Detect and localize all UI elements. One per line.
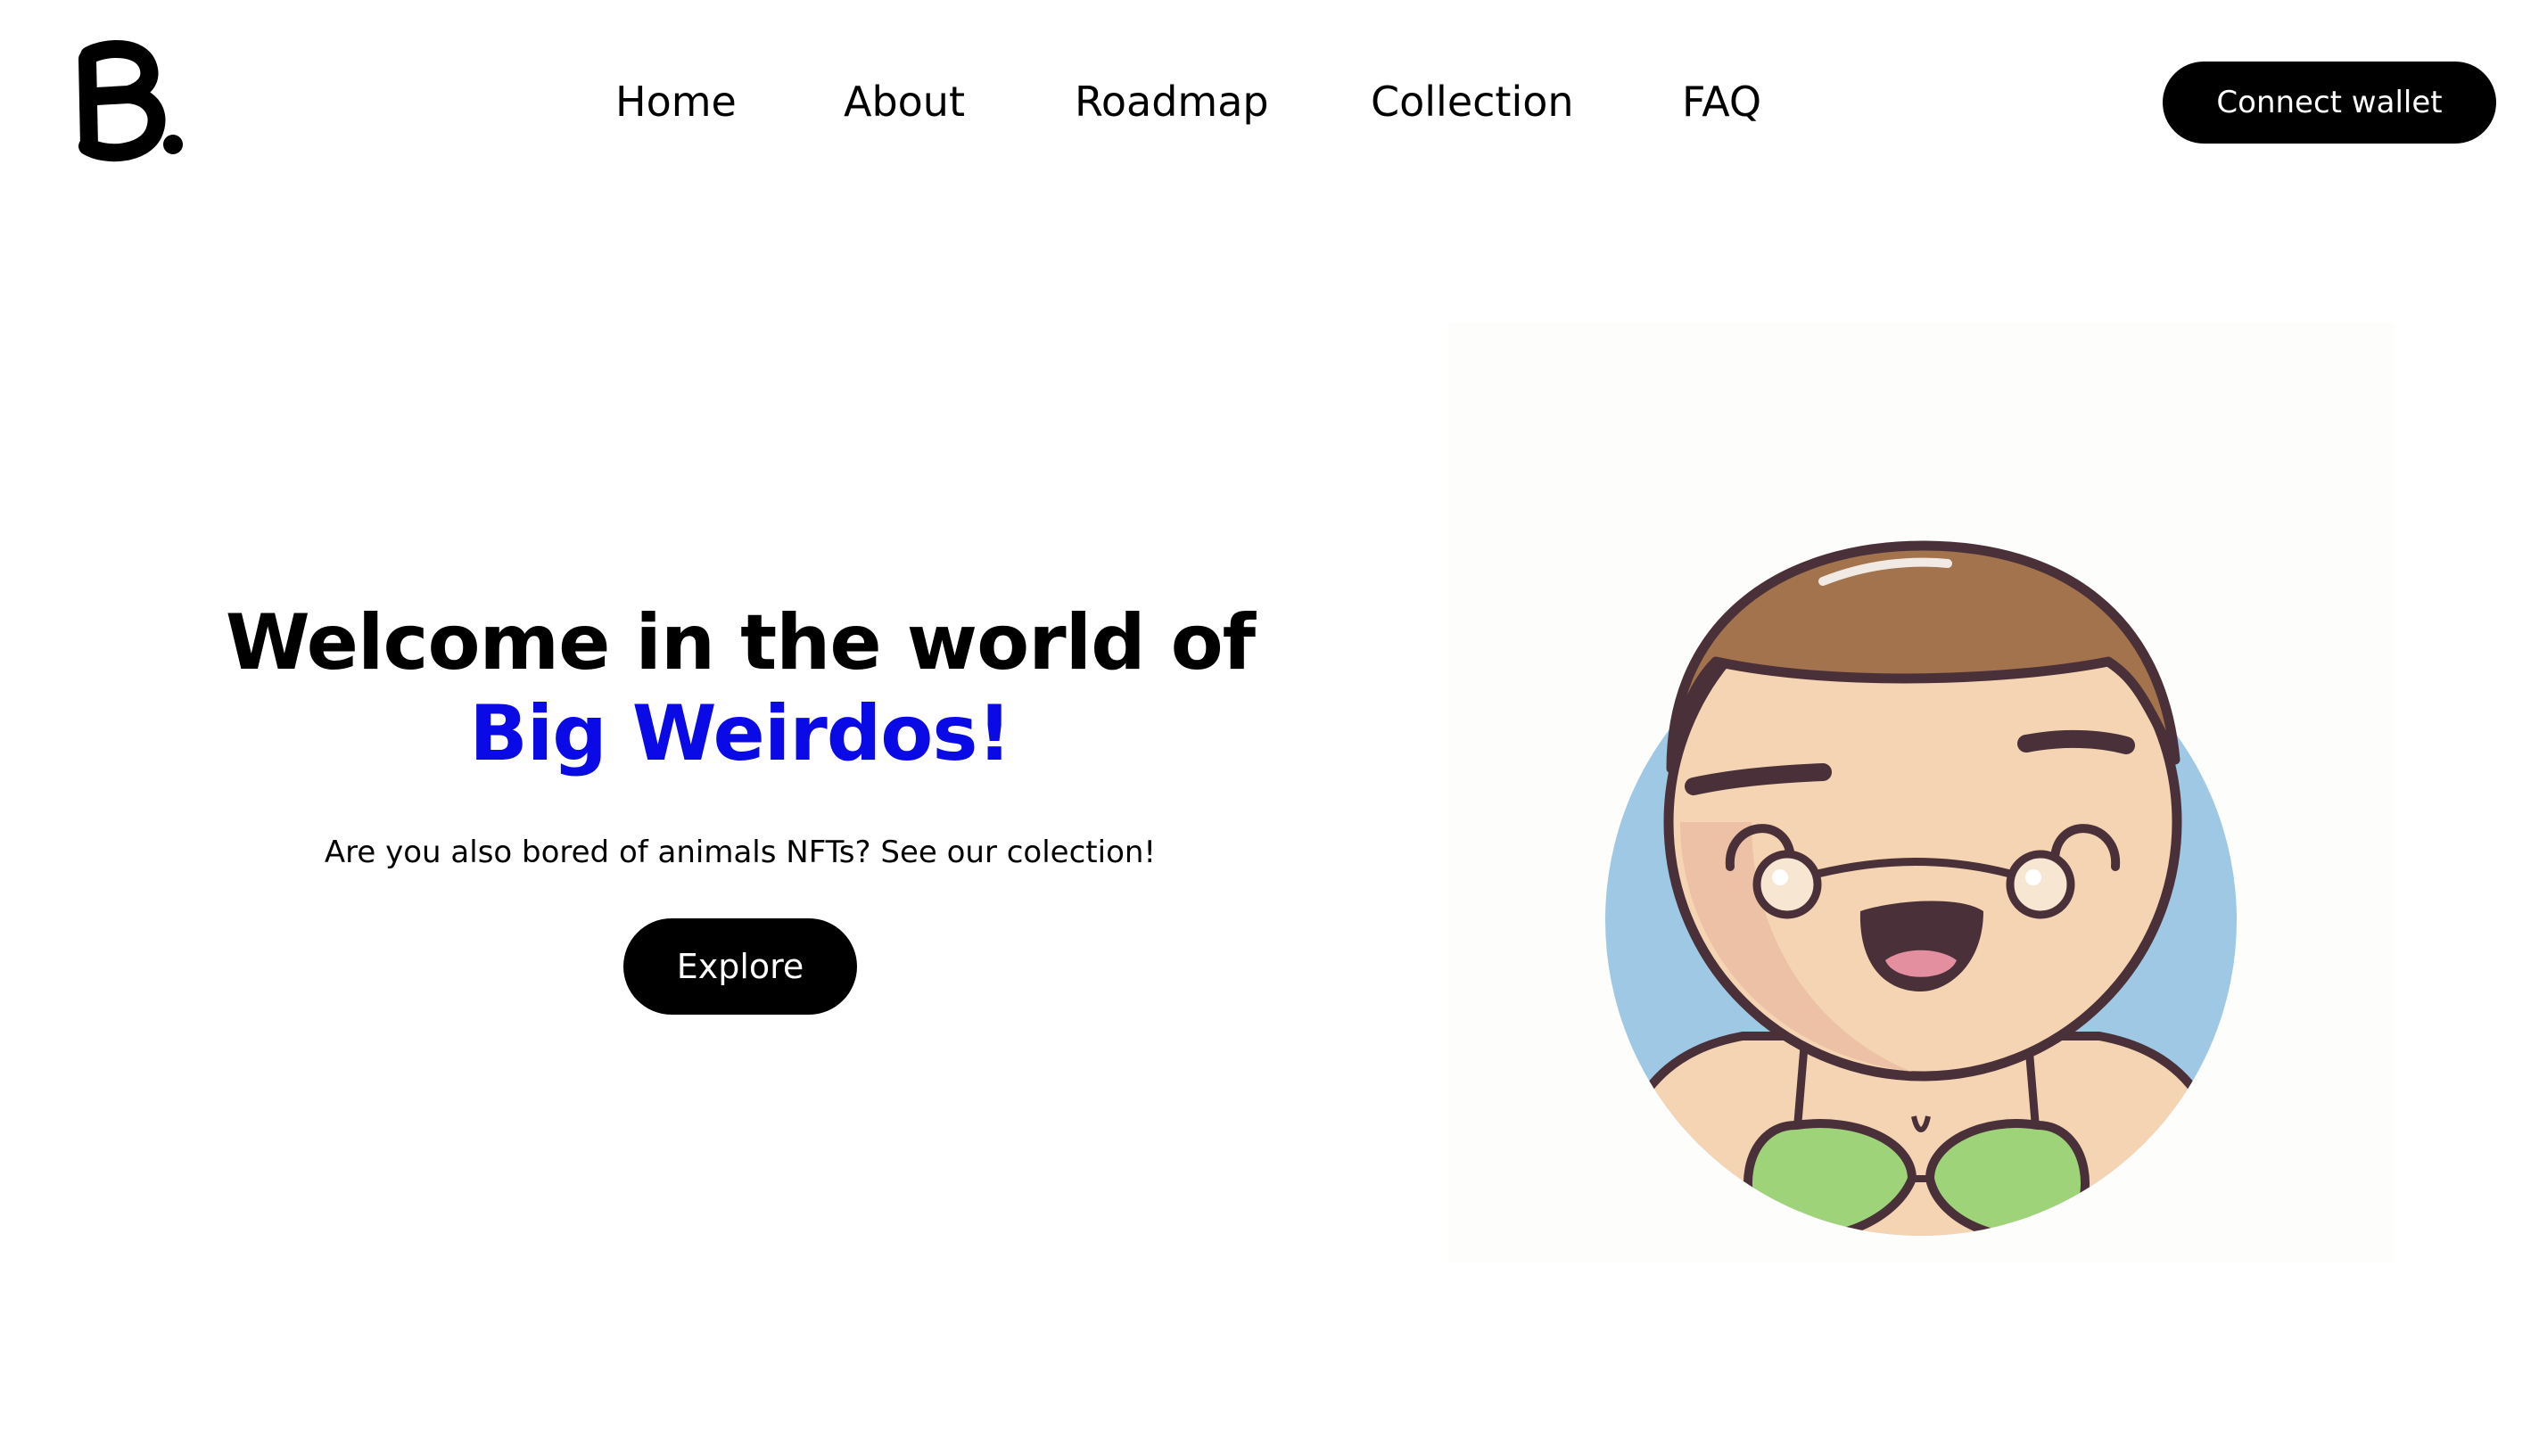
main-nav: Home About Roadmap Collection FAQ (0, 70, 2539, 134)
hero-title-accent: Big Weirdos! (469, 689, 1012, 778)
hero-avatar-image (1448, 323, 2394, 1263)
hero-text-block: Welcome in the world of Big Weirdos! Are… (169, 597, 1311, 1015)
nft-character-illustration (1605, 540, 2237, 1236)
nav-item-roadmap[interactable]: Roadmap (1075, 70, 1269, 134)
hero-title: Welcome in the world of Big Weirdos! (169, 597, 1311, 779)
hero-title-prefix: Welcome in the world of (225, 598, 1256, 687)
explore-button[interactable]: Explore (623, 918, 857, 1015)
hero-subtitle: Are you also bored of animals NFTs? See … (324, 835, 1157, 870)
nav-item-home[interactable]: Home (615, 70, 737, 134)
site-header: Home About Roadmap Collection FAQ Connec… (0, 0, 2539, 205)
nav-item-collection[interactable]: Collection (1371, 70, 1574, 134)
nav-item-faq[interactable]: FAQ (1682, 70, 1761, 134)
nav-item-about[interactable]: About (844, 70, 965, 134)
connect-wallet-button[interactable]: Connect wallet (2163, 62, 2496, 144)
